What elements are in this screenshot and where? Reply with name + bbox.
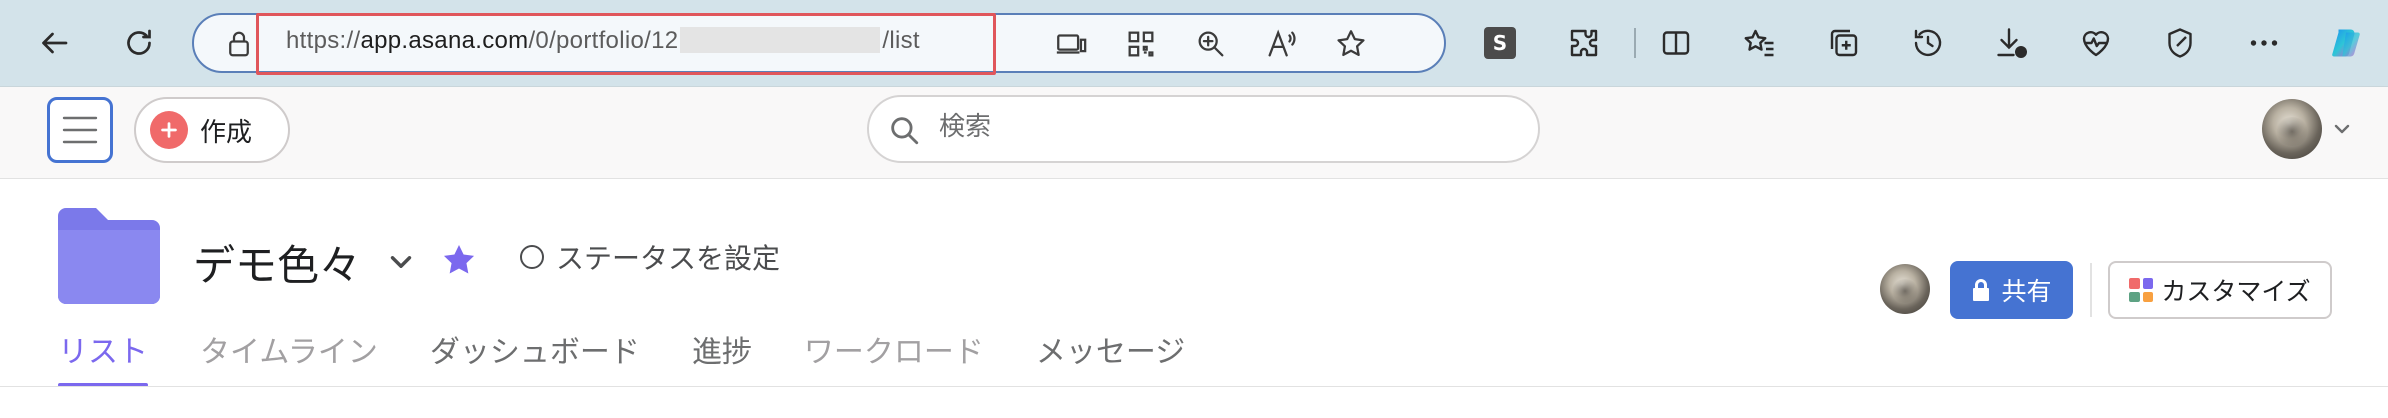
- member-avatar[interactable]: [1880, 264, 1930, 314]
- chevron-down-icon[interactable]: [2330, 117, 2354, 141]
- copilot-icon[interactable]: [2316, 13, 2376, 73]
- folder-icon: [58, 208, 160, 304]
- tab-list[interactable]: リスト: [58, 331, 148, 387]
- status-label: ステータスを設定: [556, 242, 781, 275]
- asana-page: 作成 デモ色々 ステータスを設定 共有 カスタマイズ リスト タイムライン ダッ…: [0, 86, 2388, 418]
- qr-icon[interactable]: [1124, 27, 1160, 63]
- create-button[interactable]: 作成: [134, 97, 290, 163]
- plus-icon: [150, 111, 188, 149]
- browser-toolbar: https://app.asana.com/0/portfolio/12/lis…: [0, 0, 2388, 86]
- puzzle-icon[interactable]: [1554, 13, 1614, 73]
- share-button[interactable]: 共有: [1950, 261, 2073, 319]
- url-domain: app.asana.com: [360, 27, 529, 54]
- performance-icon[interactable]: [2150, 13, 2210, 73]
- customize-label: カスタマイズ: [2161, 277, 2311, 306]
- search-input[interactable]: [939, 112, 1499, 142]
- url-prefix: https://: [286, 27, 361, 54]
- url-path-start: /0/portfolio/12: [528, 27, 679, 54]
- back-icon[interactable]: [24, 13, 84, 73]
- favorite-icon[interactable]: [1334, 27, 1370, 63]
- set-status-button[interactable]: ステータスを設定: [520, 237, 780, 277]
- address-bar[interactable]: https://app.asana.com/0/portfolio/12/lis…: [192, 13, 1446, 75]
- user-avatar[interactable]: [2262, 99, 2322, 159]
- tabs-divider: [0, 386, 2388, 387]
- search-box[interactable]: [867, 95, 1540, 163]
- asana-topbar: 作成: [0, 87, 2388, 179]
- tab-workload[interactable]: ワークロード: [804, 331, 984, 387]
- project-tabs: リスト タイムライン ダッシュボード 進捗 ワークロード メッセージ: [58, 331, 1237, 387]
- share-label: 共有: [2001, 277, 2052, 306]
- url-path-end: /list: [882, 27, 920, 54]
- zoom-icon[interactable]: [1194, 27, 1230, 63]
- health-icon[interactable]: [2066, 13, 2126, 73]
- customize-grid-icon: [2129, 278, 2154, 302]
- customize-button[interactable]: カスタマイズ: [2108, 261, 2332, 319]
- tab-dashboard[interactable]: ダッシュボード: [430, 331, 640, 387]
- url-redaction: [680, 27, 881, 53]
- refresh-icon[interactable]: [109, 13, 169, 73]
- collections-icon[interactable]: [1814, 13, 1874, 73]
- url-text[interactable]: https://app.asana.com/0/portfolio/12/lis…: [286, 27, 920, 55]
- status-circle-icon: [520, 245, 544, 269]
- toolbar-divider: [1634, 28, 1636, 58]
- lock-icon[interactable]: [224, 28, 254, 60]
- header-divider: [2090, 263, 2092, 317]
- sidebar-toggle-button[interactable]: [47, 97, 113, 163]
- extension-s-icon[interactable]: S: [1470, 13, 1530, 73]
- split-icon[interactable]: [1646, 13, 1706, 73]
- project-title[interactable]: デモ色々: [193, 232, 361, 293]
- tab-messages[interactable]: メッセージ: [1036, 331, 1185, 387]
- lock-icon: [1973, 279, 1990, 301]
- history-icon[interactable]: [1898, 13, 1958, 73]
- tab-timeline[interactable]: タイムライン: [200, 331, 378, 387]
- device-icon[interactable]: [1054, 27, 1090, 63]
- hamburger-icon: [62, 116, 98, 144]
- search-icon: [891, 117, 919, 145]
- extension-badge-label: S: [1484, 27, 1516, 59]
- read-aloud-icon[interactable]: [1264, 27, 1300, 63]
- star-icon[interactable]: [440, 241, 478, 279]
- create-label: 作成: [200, 117, 253, 148]
- downloads-icon[interactable]: [1982, 13, 2042, 73]
- more-icon[interactable]: [2234, 13, 2294, 73]
- favorites-icon[interactable]: [1730, 13, 1790, 73]
- tab-progress[interactable]: 進捗: [692, 331, 752, 387]
- chevron-down-icon[interactable]: [384, 245, 418, 279]
